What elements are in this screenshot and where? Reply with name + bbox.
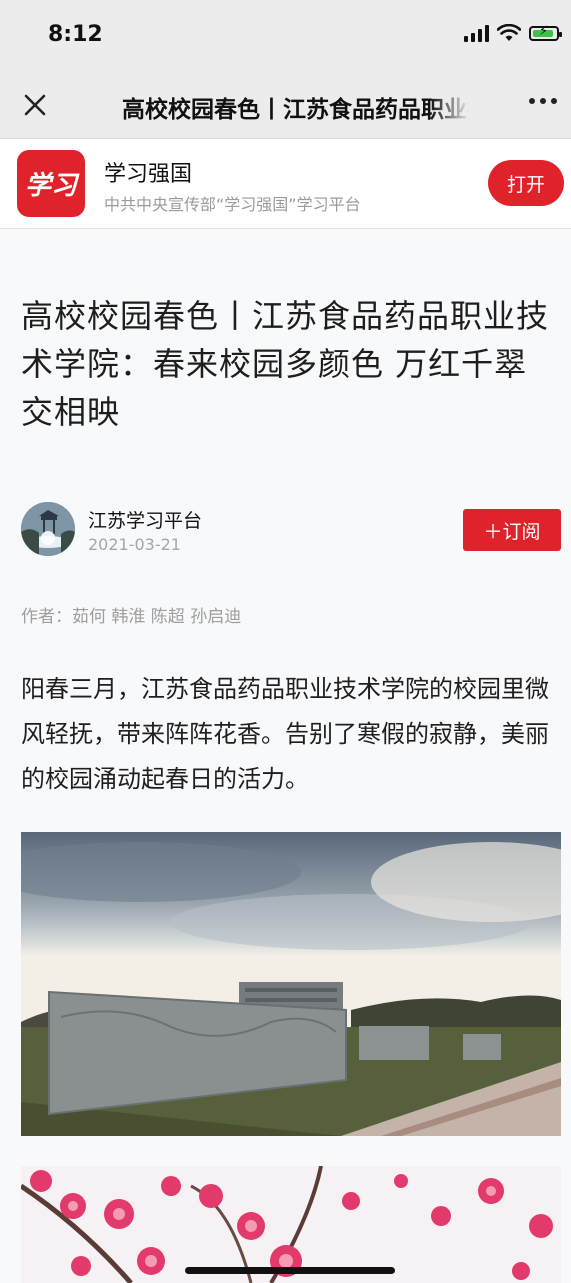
publish-date: 2021-03-21 (88, 535, 181, 554)
status-bar: 8:12 ⚡ (0, 0, 571, 70)
app-logo: 学习 (17, 150, 85, 217)
blossom-photo[interactable] (21, 1166, 561, 1283)
nav-bar: 高校校园春色丨江苏食品药品职业技术学院：春来校园多颜色 万红千翠交相映 (0, 70, 571, 139)
battery-icon: ⚡ (529, 25, 562, 41)
more-options-icon[interactable] (529, 98, 557, 104)
app-name: 学习强国 (104, 162, 193, 187)
open-app-button[interactable]: 打开 (488, 160, 564, 206)
article-title: 高校校园春色丨江苏食品药品职业技术学院：春来校园多颜色 万红千翠交相映 (21, 297, 550, 431)
cellular-signal-icon (464, 24, 489, 42)
status-icons: ⚡ (464, 24, 562, 42)
app-subtitle: 中共中央宣传部“学习强国”学习平台 (104, 195, 361, 214)
app-banner[interactable]: 学习 学习强国 中共中央宣传部“学习强国”学习平台 打开 (0, 139, 571, 229)
close-icon[interactable] (18, 88, 52, 122)
article-content: 高校校园春色丨江苏食品药品职业技术学院：春来校园多颜色 万红千翠交相映 江苏学习… (0, 229, 571, 1283)
article-paragraph: 阳春三月，江苏食品药品职业技术学院的校园里微风轻抚，带来阵阵花香。告别了寒假的寂… (21, 675, 549, 793)
author-byline: 作者：茹何 韩淮 陈超 孙启迪 (21, 607, 242, 627)
campus-photo[interactable] (21, 832, 561, 1136)
wifi-icon (497, 24, 521, 41)
home-indicator[interactable] (185, 1267, 395, 1274)
nav-title: 高校校园春色丨江苏食品药品职业技术学院：春来校园多颜色 万红千翠交相映 (122, 90, 470, 120)
subscribe-button[interactable]: ＋订阅 (463, 509, 561, 551)
status-time: 8:12 (48, 22, 103, 47)
source-avatar[interactable] (21, 502, 75, 556)
source-name[interactable]: 江苏学习平台 (88, 506, 202, 533)
